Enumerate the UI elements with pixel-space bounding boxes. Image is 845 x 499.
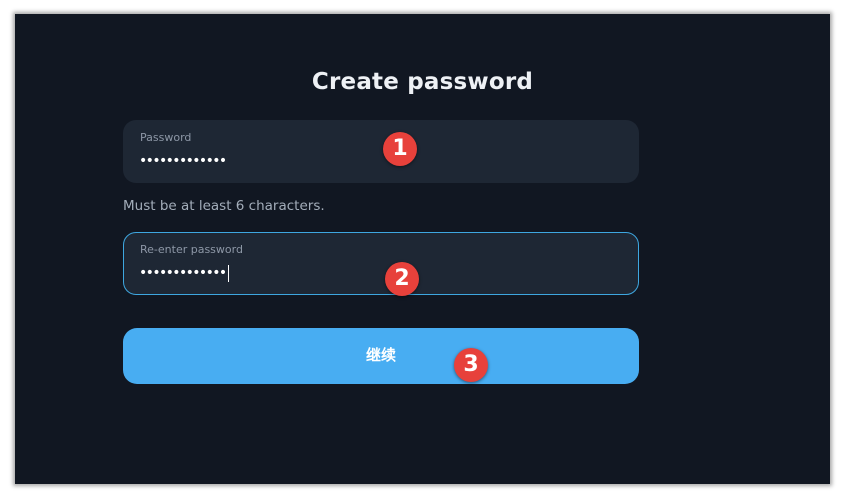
step-marker-2: 2 bbox=[385, 262, 419, 296]
confirm-password-field[interactable]: Re-enter password ••••••••••••• bbox=[123, 232, 639, 295]
password-hint: Must be at least 6 characters. bbox=[123, 198, 325, 214]
text-cursor bbox=[227, 264, 229, 282]
step-marker-1: 1 bbox=[383, 132, 417, 166]
step-marker-3: 3 bbox=[454, 348, 488, 382]
page-title: Create password bbox=[311, 69, 534, 95]
confirm-password-field-value[interactable]: ••••••••••••• bbox=[139, 264, 229, 282]
dialog-window: Create password Password ••••••••••••• M… bbox=[15, 14, 830, 484]
password-field-label: Password bbox=[140, 131, 192, 144]
confirm-password-field-label: Re-enter password bbox=[140, 243, 243, 256]
continue-button[interactable]: 继续 bbox=[123, 328, 639, 384]
confirm-password-value-text: ••••••••••••• bbox=[139, 265, 227, 281]
password-field[interactable]: Password ••••••••••••• bbox=[123, 120, 639, 183]
password-field-value[interactable]: ••••••••••••• bbox=[139, 152, 227, 170]
